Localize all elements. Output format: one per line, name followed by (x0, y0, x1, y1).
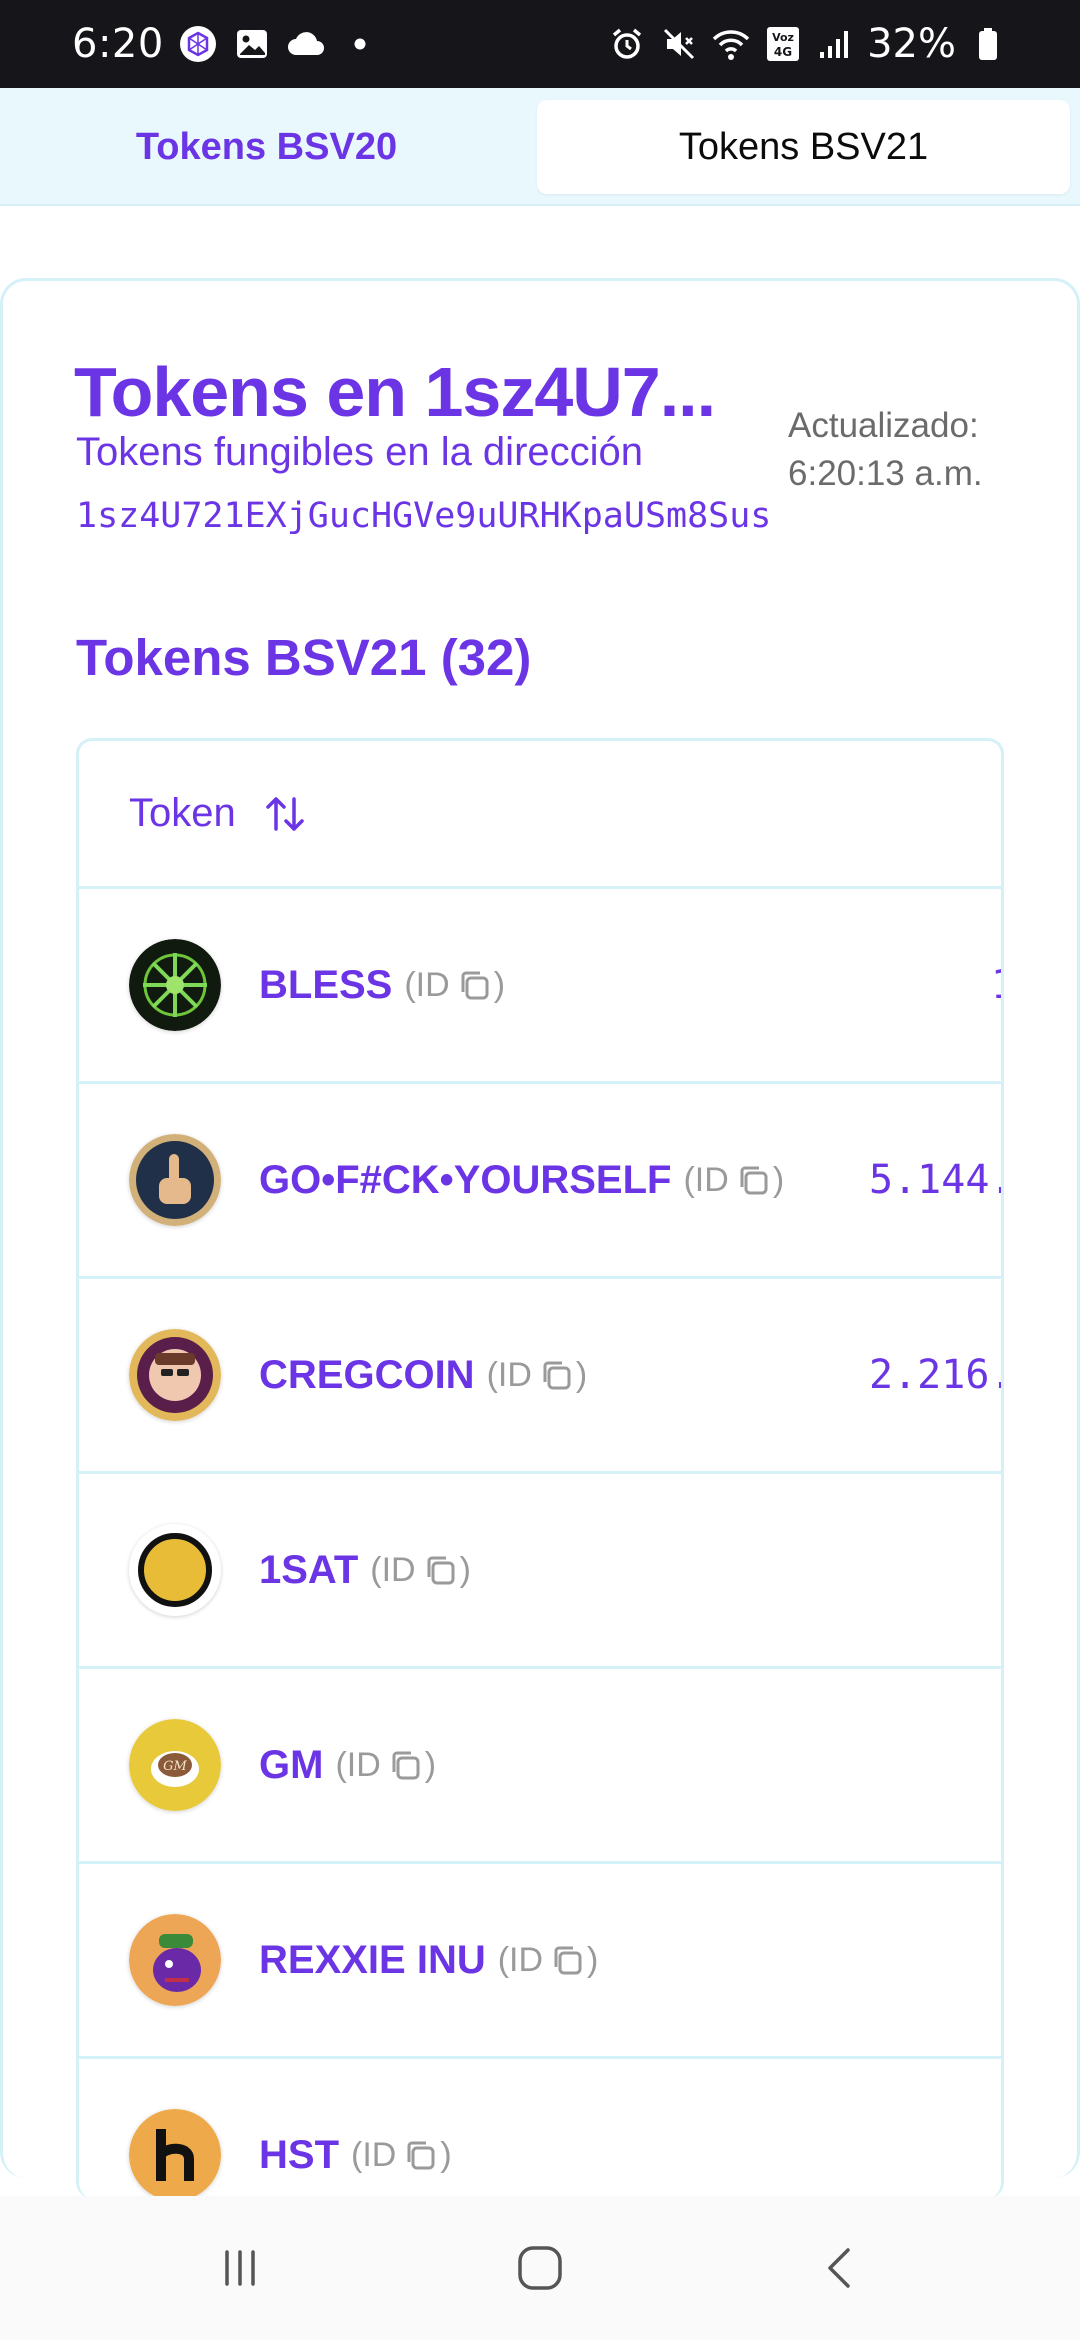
id-close: ) (493, 965, 506, 1004)
token-id-link[interactable]: (ID) (351, 2135, 452, 2175)
svg-text:4G: 4G (774, 45, 792, 59)
token-id-link[interactable]: (ID) (404, 965, 505, 1005)
token-id-link[interactable]: (ID) (335, 1745, 436, 1785)
id-close: ) (424, 1745, 437, 1784)
id-label: (ID (351, 2135, 397, 2174)
table-row[interactable]: GM GM (ID) (79, 1669, 1001, 1864)
status-time: 6:20 (72, 21, 164, 67)
token-name[interactable]: BLESS (259, 963, 392, 1008)
id-close: ) (459, 1550, 471, 1589)
app-notification-icon (178, 24, 218, 64)
copy-icon[interactable] (536, 1355, 576, 1395)
token-id-link[interactable]: (ID) (370, 1550, 471, 1590)
table-row[interactable]: HST (ID) (79, 2059, 1001, 2198)
copy-icon[interactable] (385, 1745, 425, 1785)
id-label: (ID (370, 1550, 416, 1589)
table-row[interactable]: REXXIE INU (ID) (79, 1864, 1001, 2059)
token-name[interactable]: CREGCOIN (259, 1353, 475, 1398)
cloud-icon (286, 24, 326, 64)
token-name[interactable]: HST (259, 2133, 339, 2178)
mute-icon (659, 24, 699, 64)
volte-4g-icon: Voz 4G (763, 24, 803, 64)
wallet-address: 1sz4U721EXjGucHGVe9uURHKpaUSm8Sus (76, 496, 772, 536)
id-close: ) (575, 1355, 588, 1394)
id-label: (ID (404, 965, 450, 1004)
column-header-token[interactable]: Token (129, 791, 236, 836)
home-icon[interactable] (500, 2228, 580, 2308)
status-bar: 6:20 Voz 4G 32% (0, 0, 1080, 88)
tab-bsv21[interactable]: Tokens BSV21 (537, 100, 1070, 194)
id-close: ) (587, 1940, 599, 1979)
hst-avatar-icon (129, 2109, 221, 2198)
battery-percent: 32% (867, 21, 956, 67)
token-name[interactable]: GM (259, 1743, 323, 1788)
sort-icon[interactable] (262, 791, 308, 837)
status-left: 6:20 (72, 21, 380, 67)
copy-icon[interactable] (420, 1550, 460, 1590)
copy-icon[interactable] (547, 1940, 587, 1980)
1sat-avatar-icon (129, 1524, 221, 1616)
system-nav-bar (0, 2196, 1080, 2340)
back-icon[interactable] (800, 2228, 880, 2308)
wifi-icon (711, 24, 751, 64)
id-label: (ID (486, 1355, 532, 1394)
page-subtitle: Tokens fungibles en la dirección (76, 430, 644, 474)
last-updated: Actualizado: 6:20:13 a.m. (788, 402, 983, 498)
table-header: Token (79, 741, 1001, 889)
token-amount: 5.144. (869, 1157, 1004, 1203)
table-row[interactable]: BLESS (ID) 1 (79, 889, 1001, 1084)
updated-label: Actualizado: (788, 406, 979, 445)
token-id-link[interactable]: (ID) (683, 1160, 784, 1200)
section-title: Tokens BSV21 (32) (76, 629, 532, 686)
id-label: (ID (335, 1745, 381, 1784)
cregcoin-avatar-icon (129, 1329, 221, 1421)
token-name[interactable]: 1SAT (259, 1548, 358, 1593)
id-close: ) (440, 2135, 452, 2174)
token-amount: 1 (991, 962, 1001, 1008)
alarm-icon (607, 24, 647, 64)
table-row[interactable]: GO•F#CK•YOURSELF (ID) 5.144. (79, 1084, 1001, 1279)
svg-text:Voz: Voz (772, 31, 794, 44)
copy-icon[interactable] (400, 2135, 440, 2175)
signal-icon (815, 24, 855, 64)
rexxie-avatar-icon (129, 1914, 221, 2006)
table-row[interactable]: 1SAT (ID) (79, 1474, 1001, 1669)
tokens-table: Token BLESS (ID) 1 GO•F#CK•YOURSELF (ID)… (76, 738, 1004, 2198)
status-right: Voz 4G 32% (607, 21, 1008, 67)
token-id-link[interactable]: (ID) (487, 1355, 588, 1395)
page-title: Tokens en 1sz4U7... (74, 353, 716, 431)
bless-avatar-icon (129, 939, 221, 1031)
gallery-icon (232, 24, 272, 64)
id-label: (ID (497, 1940, 544, 1979)
svg-text:GM: GM (163, 1759, 187, 1774)
gofck-avatar-icon (129, 1134, 221, 1226)
copy-icon[interactable] (733, 1160, 773, 1200)
id-label: (ID (683, 1160, 729, 1199)
token-amount: 2.216. (869, 1352, 1004, 1398)
updated-time: 6:20:13 a.m. (788, 454, 983, 493)
gm-avatar-icon: GM (129, 1719, 221, 1811)
copy-icon[interactable] (454, 965, 494, 1005)
tab-bsv20[interactable]: Tokens BSV20 (0, 100, 533, 194)
token-type-tabs: Tokens BSV20 Tokens BSV21 (0, 88, 1080, 206)
table-row[interactable]: CREGCOIN (ID) 2.216. (79, 1279, 1001, 1474)
token-name[interactable]: REXXIE INU (259, 1938, 486, 1983)
notification-dot-icon (340, 24, 380, 64)
id-close: ) (772, 1160, 785, 1199)
battery-icon (968, 24, 1008, 64)
token-id-link[interactable]: (ID) (498, 1940, 599, 1980)
recent-apps-icon[interactable] (200, 2228, 280, 2308)
token-name[interactable]: GO•F#CK•YOURSELF (259, 1158, 671, 1203)
